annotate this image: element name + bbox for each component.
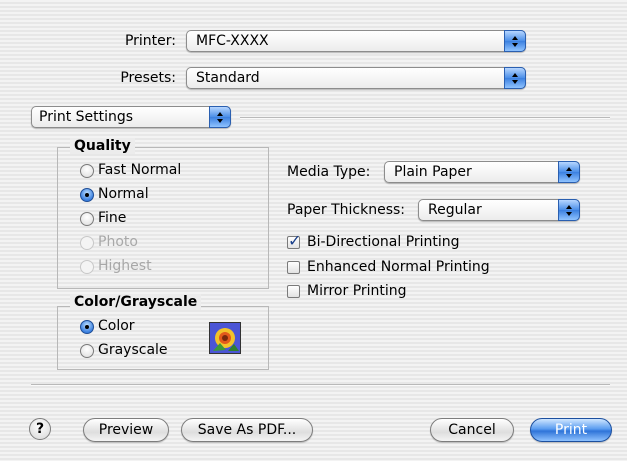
printer-popup[interactable]: MFC-XXXX bbox=[186, 30, 526, 52]
popup-arrows-icon bbox=[209, 106, 231, 128]
checkbox[interactable] bbox=[287, 285, 300, 298]
checkbox-label: Mirror Printing bbox=[307, 283, 407, 299]
paper-thickness-label: Paper Thickness: bbox=[287, 202, 406, 218]
color-image-icon bbox=[209, 322, 241, 354]
checkbox[interactable] bbox=[287, 261, 300, 274]
popup-arrows-icon bbox=[558, 199, 580, 221]
radio-label: Photo bbox=[98, 234, 138, 250]
print-button[interactable]: Print bbox=[530, 418, 612, 442]
popup-arrows-icon bbox=[558, 161, 580, 183]
panel-menu-value: Print Settings bbox=[39, 109, 134, 125]
radio-button-disabled bbox=[80, 260, 94, 274]
radio-label: Grayscale bbox=[98, 342, 168, 358]
checkbox-label: Enhanced Normal Printing bbox=[307, 259, 490, 275]
media-type-label: Media Type: bbox=[287, 164, 371, 180]
presets-value: Standard bbox=[196, 70, 260, 86]
radio-button[interactable] bbox=[80, 344, 94, 358]
checkbox-checked[interactable]: ✓ bbox=[287, 231, 301, 250]
printer-label: Printer: bbox=[124, 33, 176, 49]
radio-label: Normal bbox=[98, 186, 149, 202]
panel-menu-popup[interactable]: Print Settings bbox=[31, 106, 231, 128]
help-button[interactable]: ? bbox=[29, 418, 51, 440]
save-as-pdf-button[interactable]: Save As PDF... bbox=[181, 418, 313, 442]
printer-value: MFC-XXXX bbox=[196, 33, 269, 49]
media-type-value: Plain Paper bbox=[394, 164, 472, 180]
cancel-button[interactable]: Cancel bbox=[430, 418, 514, 442]
preview-button[interactable]: Preview bbox=[83, 418, 169, 442]
radio-label: Color bbox=[98, 318, 135, 334]
radio-label: Fast Normal bbox=[98, 162, 182, 178]
quality-title: Quality bbox=[70, 138, 135, 154]
bottom-separator bbox=[31, 384, 610, 386]
radio-label: Fine bbox=[98, 210, 127, 226]
presets-label: Presets: bbox=[120, 70, 176, 86]
radio-label: Highest bbox=[98, 258, 152, 274]
radio-button-disabled bbox=[80, 236, 94, 250]
popup-arrows-icon bbox=[504, 30, 526, 52]
radio-button[interactable] bbox=[80, 164, 94, 178]
popup-arrows-icon bbox=[504, 67, 526, 89]
presets-popup[interactable]: Standard bbox=[186, 67, 526, 89]
paper-thickness-value: Regular bbox=[428, 202, 482, 218]
checkbox-label: Bi-Directional Printing bbox=[307, 234, 460, 250]
radio-button[interactable] bbox=[80, 212, 94, 226]
media-type-popup[interactable]: Plain Paper bbox=[384, 161, 580, 183]
radio-button-selected[interactable] bbox=[80, 320, 94, 334]
checkmark-icon: ✓ bbox=[288, 231, 302, 250]
radio-button-selected[interactable] bbox=[80, 188, 94, 202]
color-grayscale-title: Color/Grayscale bbox=[70, 294, 202, 310]
panel-separator bbox=[240, 117, 610, 119]
paper-thickness-popup[interactable]: Regular bbox=[418, 199, 580, 221]
